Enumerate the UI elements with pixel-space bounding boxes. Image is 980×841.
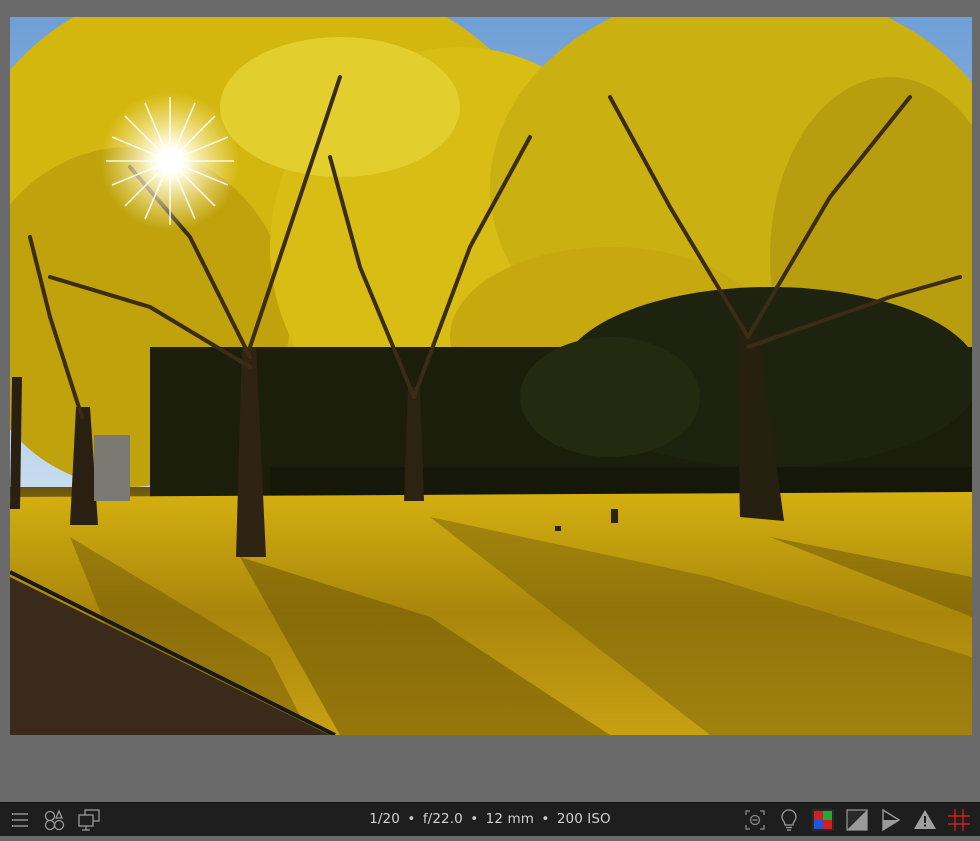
- gamut-check-icon[interactable]: [844, 808, 870, 832]
- focus-peaking-icon[interactable]: [742, 808, 768, 832]
- guides-icon[interactable]: [946, 808, 972, 832]
- bottom-toolbar: 1/20 • f/22.0 • 12 mm • 200 ISO: [0, 802, 980, 836]
- second-display-icon[interactable]: [76, 808, 102, 832]
- exif-aperture: f/22.0: [422, 811, 463, 827]
- darkroom-view: 1/20 • f/22.0 • 12 mm • 200 ISO: [0, 0, 980, 841]
- styles-icon[interactable]: [42, 808, 68, 832]
- toolbar-right-group: [742, 808, 972, 832]
- exif-shutter: 1/20: [369, 811, 400, 827]
- separator-dot-icon: •: [470, 811, 479, 827]
- filmstrip-toggle-arrow-icon[interactable]: [537, 835, 553, 841]
- exif-focal-length: 12 mm: [485, 811, 534, 827]
- hamburger-menu-icon[interactable]: [8, 808, 34, 832]
- toolbar-left-group: [8, 808, 102, 832]
- exif-iso: 200 ISO: [556, 811, 611, 827]
- color-assessment-icon[interactable]: [776, 808, 802, 832]
- separator-dot-icon: •: [407, 811, 416, 827]
- separator-dot-icon: •: [541, 811, 550, 827]
- raw-overexposed-icon[interactable]: [878, 808, 904, 832]
- photo-image: [10, 17, 972, 735]
- softproof-icon[interactable]: [810, 808, 836, 832]
- photo-canvas[interactable]: [10, 17, 972, 735]
- clipping-warning-icon[interactable]: [912, 808, 938, 832]
